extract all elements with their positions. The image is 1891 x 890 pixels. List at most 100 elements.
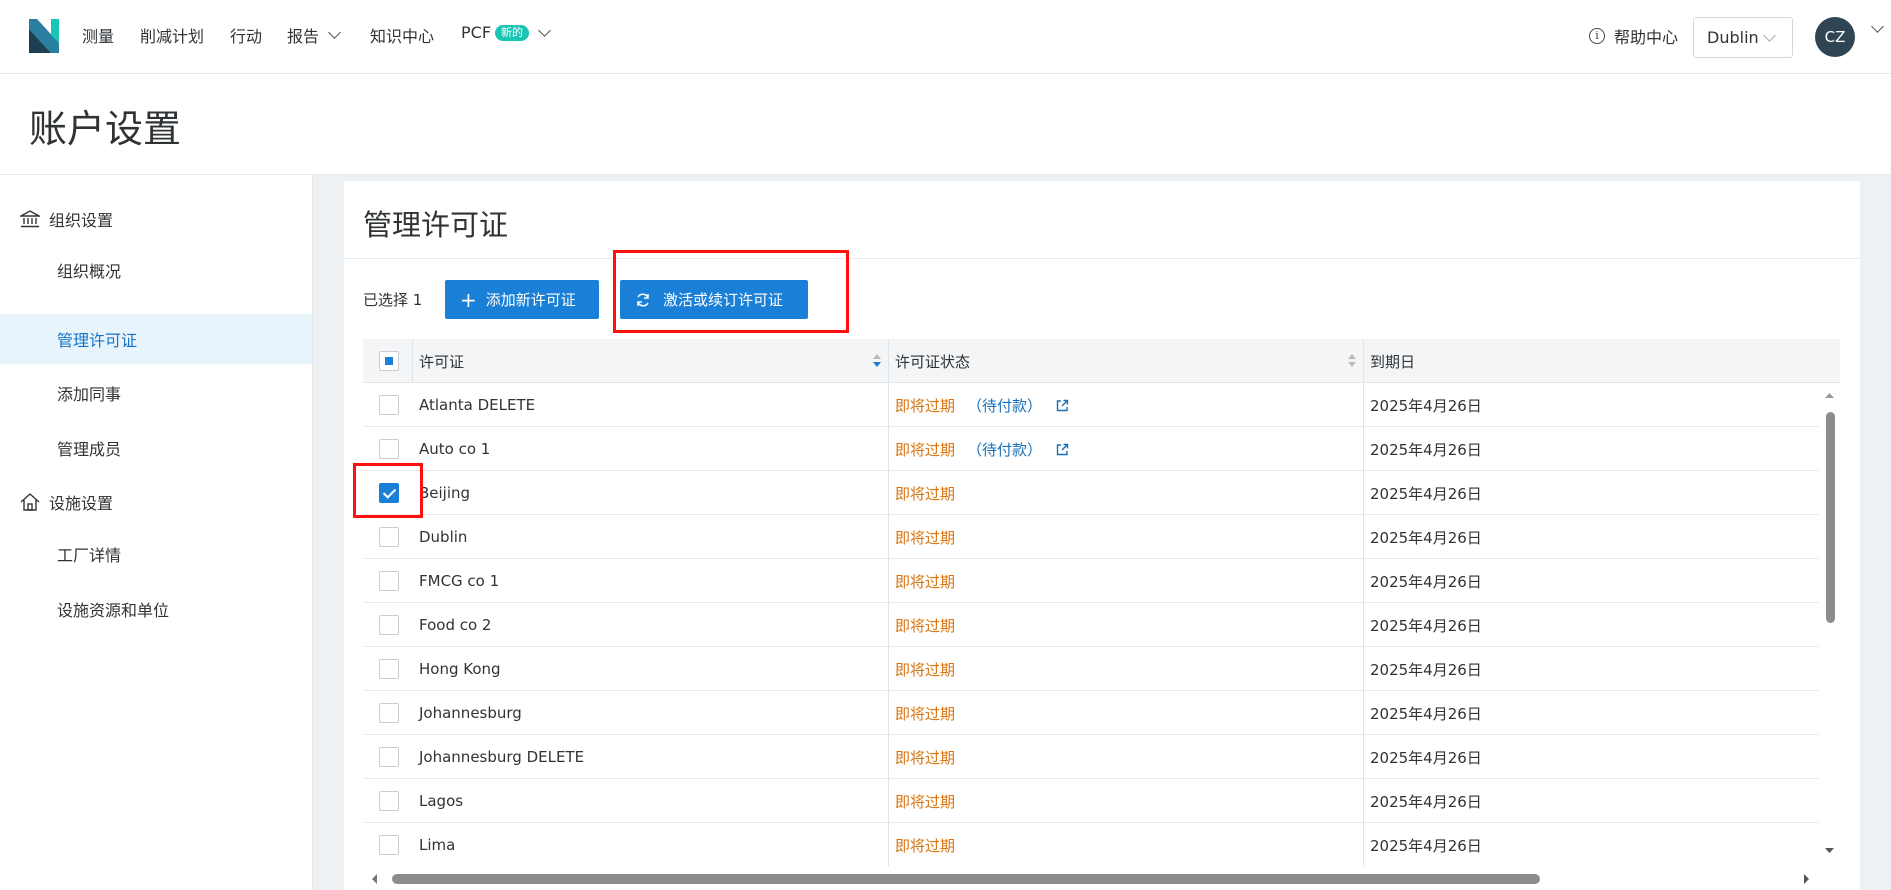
selected-count: 已选择 1 (363, 291, 423, 309)
table-row[interactable]: Dublin 即将过期 2025年4月26日 (363, 515, 1819, 559)
nav-reports-label: 报告 (287, 27, 320, 46)
annotation-highlight-box (613, 250, 849, 333)
top-navigation-bar: 测量 削减计划 行动 报告 知识中心 PCF 新的 i 帮助中心 Dublin … (0, 0, 1891, 74)
nav-reports[interactable]: 报告 (287, 23, 341, 47)
nav-reduction-plan[interactable]: 削减计划 (140, 23, 204, 47)
table-row[interactable]: Hong Kong 即将过期 2025年4月26日 (363, 647, 1819, 691)
license-status: 即将过期 （待付款） (889, 427, 1069, 471)
license-name: Atlanta DELETE (419, 396, 536, 414)
row-checkbox[interactable] (379, 439, 399, 459)
home-icon (20, 493, 40, 511)
table-row[interactable]: Atlanta DELETE 即将过期 （待付款） 2025年4月26日 (363, 383, 1819, 427)
license-name: Johannesburg DELETE (419, 748, 585, 766)
expiry-date: 2025年4月26日 (1370, 440, 1482, 459)
pending-payment-link[interactable]: （待付款） (967, 395, 1042, 416)
sidebar-item-plant-details[interactable]: 工厂详情 (0, 529, 312, 579)
column-header-label: 到期日 (1370, 352, 1416, 371)
nav-knowledge-center[interactable]: 知识中心 (370, 23, 434, 47)
row-checkbox[interactable] (379, 571, 399, 591)
column-header-label: 许可证 (419, 352, 465, 371)
expiry-date: 2025年4月26日 (1370, 792, 1482, 811)
add-license-label: 添加新许可证 (485, 291, 576, 309)
status-expiring-soon: 即将过期 (895, 836, 956, 855)
row-checkbox[interactable] (379, 615, 399, 635)
status-expiring-soon: 即将过期 (895, 792, 956, 811)
table-row[interactable]: FMCG co 1 即将过期 2025年4月26日 (363, 559, 1819, 603)
help-center-link[interactable]: i 帮助中心 (1589, 24, 1678, 48)
expiry-date: 2025年4月26日 (1370, 396, 1482, 415)
row-checkbox[interactable] (379, 747, 399, 767)
sidebar-group-label: 组织设置 (49, 211, 114, 230)
license-name: Hong Kong (419, 660, 501, 678)
bank-icon (20, 210, 40, 228)
sidebar-item-manage-licenses[interactable]: 管理许可证 (0, 314, 312, 364)
select-all-checkbox[interactable] (379, 351, 399, 371)
row-checkbox[interactable] (379, 527, 399, 547)
sidebar-item-facility-resources[interactable]: 设施资源和单位 (0, 584, 312, 634)
row-checkbox[interactable] (379, 791, 399, 811)
column-header-expiry[interactable]: 到期日 (1364, 339, 1840, 383)
license-status: 即将过期 (889, 515, 955, 559)
brand-logo[interactable] (29, 19, 59, 53)
sidebar-item-add-colleague[interactable]: 添加同事 (0, 368, 312, 418)
table-row[interactable]: Auto co 1 即将过期 （待付款） 2025年4月26日 (363, 427, 1819, 471)
expiry-date: 2025年4月26日 (1370, 616, 1482, 635)
sidebar-group-organization: 组织设置 (20, 207, 113, 231)
panel-title: 管理许可证 (363, 208, 509, 242)
sidebar-item-manage-members[interactable]: 管理成员 (0, 423, 312, 473)
external-link-icon[interactable] (1056, 443, 1069, 456)
page-title: 账户设置 (29, 107, 182, 151)
expiry-date: 2025年4月26日 (1370, 572, 1482, 591)
user-avatar[interactable]: CZ (1815, 17, 1855, 57)
chevron-down-icon[interactable] (1871, 20, 1884, 33)
nav-measure[interactable]: 测量 (82, 23, 114, 47)
new-badge: 新的 (495, 24, 530, 41)
table-row[interactable]: Johannesburg 即将过期 2025年4月26日 (363, 691, 1819, 735)
license-name: Food co 2 (419, 616, 492, 634)
license-status: 即将过期 (889, 779, 955, 823)
horizontal-scrollbar[interactable] (363, 866, 1840, 890)
add-license-button[interactable]: + 添加新许可证 (445, 280, 599, 319)
table-row[interactable]: Beijing 即将过期 2025年4月26日 (363, 471, 1819, 515)
sidebar-item-org-overview[interactable]: 组织概况 (0, 245, 312, 295)
vertical-scrollbar-thumb[interactable] (1826, 412, 1835, 623)
settings-sidebar: 组织设置 组织概况 管理许可证 添加同事 管理成员 设施设置 工厂详情 设施资源… (0, 175, 313, 890)
facility-select-value: Dublin (1707, 28, 1759, 47)
license-status: 即将过期 (889, 735, 955, 779)
row-checkbox[interactable] (379, 835, 399, 855)
expiry-date: 2025年4月26日 (1370, 484, 1482, 503)
sidebar-group-facility: 设施设置 (20, 490, 113, 514)
license-status: 即将过期 (889, 603, 955, 647)
table-row[interactable]: Johannesburg DELETE 即将过期 2025年4月26日 (363, 735, 1819, 779)
expiry-date: 2025年4月26日 (1370, 836, 1482, 855)
table-row[interactable]: Food co 2 即将过期 2025年4月26日 (363, 603, 1819, 647)
license-name: Lima (419, 836, 456, 854)
license-table: 许可证 许可证状态 到期日 Atlanta DELETE 即将过期 （待付款） 202… (363, 339, 1840, 866)
expiry-date: 2025年4月26日 (1370, 704, 1482, 723)
table-row[interactable]: Lagos 即将过期 2025年4月26日 (363, 779, 1819, 823)
row-checkbox[interactable] (379, 395, 399, 415)
column-header-status[interactable]: 许可证状态 (889, 339, 1363, 383)
nav-actions[interactable]: 行动 (230, 23, 262, 47)
expiry-date: 2025年4月26日 (1370, 660, 1482, 679)
facility-select[interactable]: Dublin (1693, 17, 1793, 58)
nav-pcf-label: PCF (461, 23, 492, 42)
sort-icon[interactable] (873, 354, 881, 368)
license-status: 即将过期 (889, 647, 955, 691)
table-row[interactable]: Lima 即将过期 2025年4月26日 (363, 823, 1819, 866)
sort-icon[interactable] (1348, 354, 1356, 368)
pending-payment-link[interactable]: （待付款） (967, 439, 1042, 460)
row-checkbox[interactable] (379, 703, 399, 723)
column-header-label: 许可证状态 (895, 352, 971, 371)
status-expiring-soon: 即将过期 (895, 616, 956, 635)
license-status: 即将过期 （待付款） (889, 383, 1069, 427)
external-link-icon[interactable] (1056, 399, 1069, 412)
row-checkbox[interactable] (379, 659, 399, 679)
nav-pcf[interactable]: PCF 新的 (461, 23, 551, 42)
plus-icon: + (460, 287, 477, 312)
status-expiring-soon: 即将过期 (895, 396, 956, 415)
column-header-license[interactable]: 许可证 (413, 339, 888, 383)
license-status: 即将过期 (889, 471, 955, 515)
info-icon: i (1589, 28, 1605, 44)
status-expiring-soon: 即将过期 (895, 660, 956, 679)
